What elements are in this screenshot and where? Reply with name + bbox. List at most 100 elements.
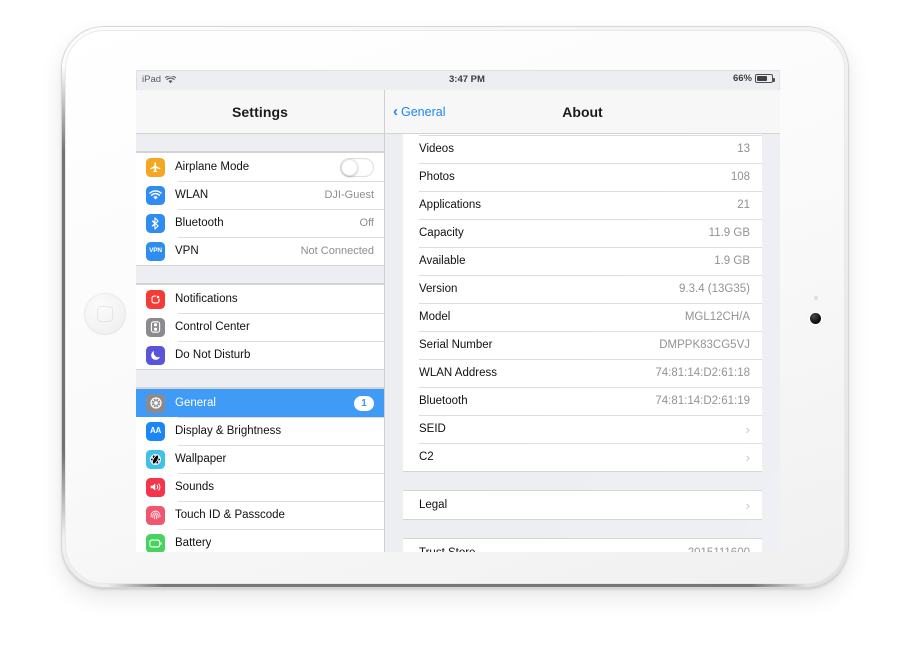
wifi-icon xyxy=(165,75,177,84)
chevron-right-icon: › xyxy=(745,421,750,437)
sounds-icon xyxy=(146,477,165,497)
touch-id-icon xyxy=(146,505,165,525)
detail-page-title: About xyxy=(562,103,603,120)
home-button[interactable] xyxy=(84,293,126,335)
row-label: Applications xyxy=(419,199,482,211)
status-bar-left: iPad xyxy=(142,74,177,85)
sidebar-item-label: Do Not Disturb xyxy=(175,349,251,361)
settings-group-alerts: Notifications Control Center Do Not Dist… xyxy=(136,284,384,370)
table-row[interactable]: Available 1.9 GB xyxy=(403,247,762,275)
row-label: Bluetooth xyxy=(419,395,468,407)
settings-master-pane: Settings Airplane Mode WLAN DJI-Guest Bl… xyxy=(136,90,385,552)
sidebar-item-label: Display & Brightness xyxy=(175,425,282,437)
table-row-seid[interactable]: SEID › xyxy=(403,415,762,443)
table-row[interactable]: Bluetooth 74:81:14:D2:61:19 xyxy=(403,387,762,415)
row-label: Trust Store xyxy=(419,547,475,552)
do-not-disturb-icon xyxy=(146,345,165,365)
battery-percent-label: 66% xyxy=(732,73,752,84)
table-row[interactable]: Videos 13 xyxy=(403,135,762,163)
table-row[interactable]: Serial Number DMPPK83CG5VJ xyxy=(403,331,762,359)
sidebar-item-value: DJI-Guest xyxy=(324,189,374,201)
vpn-icon: VPN xyxy=(146,241,165,261)
settings-group-system: General 1 AA Display & Brightness Wallpa… xyxy=(136,388,384,552)
sidebar-item-notifications[interactable]: Notifications xyxy=(136,285,384,313)
table-row-trust-store[interactable]: Trust Store 2015111600 xyxy=(403,539,762,552)
settings-group-connectivity: Airplane Mode WLAN DJI-Guest Bluetooth O… xyxy=(136,152,384,266)
detail-group-spacer xyxy=(385,472,780,490)
split-view: Settings Airplane Mode WLAN DJI-Guest Bl… xyxy=(136,90,780,552)
sidebar-item-wallpaper[interactable]: Wallpaper xyxy=(136,445,384,473)
table-row[interactable]: Photos 108 xyxy=(403,163,762,191)
sidebar-item-label: Sounds xyxy=(175,481,215,493)
row-value: 108 xyxy=(730,171,750,183)
status-bar-clock: 3:47 PM xyxy=(449,74,485,85)
control-center-icon xyxy=(146,317,165,337)
row-value: 74:81:14:D2:61:18 xyxy=(655,367,750,379)
sidebar-item-label: Bluetooth xyxy=(175,217,224,229)
table-row[interactable]: Capacity 11.9 GB xyxy=(403,219,762,247)
sidebar-item-general[interactable]: General 1 xyxy=(136,389,384,417)
toggle-knob xyxy=(341,158,358,176)
home-button-square-icon xyxy=(97,306,113,322)
about-group-trust-store: Trust Store 2015111600 xyxy=(403,538,762,552)
sidebar-item-wlan[interactable]: WLAN DJI-Guest xyxy=(136,181,384,209)
sidebar-item-do-not-disturb[interactable]: Do Not Disturb xyxy=(136,341,384,369)
row-value: DMPPK83CG5VJ xyxy=(659,339,750,351)
battery-icon xyxy=(755,74,775,83)
sidebar-item-label: WLAN xyxy=(175,189,209,201)
wifi-icon xyxy=(146,185,165,205)
sidebar-item-vpn[interactable]: VPN VPN Not Connected xyxy=(136,237,384,265)
airplane-mode-toggle[interactable] xyxy=(340,157,374,177)
list-group-spacer xyxy=(136,370,384,388)
status-bar-right: 66% xyxy=(732,73,775,84)
settings-nav-bar: Settings xyxy=(136,90,384,134)
row-label: C2 xyxy=(419,451,434,463)
sidebar-item-sounds[interactable]: Sounds xyxy=(136,473,384,501)
row-label: Version xyxy=(419,283,458,295)
sidebar-item-value: Not Connected xyxy=(300,245,374,257)
chevron-right-icon: › xyxy=(745,497,750,513)
sidebar-item-control-center[interactable]: Control Center xyxy=(136,313,384,341)
notifications-icon xyxy=(146,289,165,309)
sidebar-item-airplane-mode[interactable]: Airplane Mode xyxy=(136,153,384,181)
sidebar-item-label: Airplane Mode xyxy=(175,161,250,173)
row-label: Photos xyxy=(419,171,455,183)
table-row[interactable]: Applications 21 xyxy=(403,191,762,219)
bluetooth-icon xyxy=(146,213,165,233)
list-group-spacer xyxy=(136,266,384,284)
table-row[interactable]: Model MGL12CH/A xyxy=(403,303,762,331)
sidebar-item-label: Notifications xyxy=(175,293,238,305)
sidebar-item-display-brightness[interactable]: AA Display & Brightness xyxy=(136,417,384,445)
table-row[interactable]: Version 9.3.4 (13G35) xyxy=(403,275,762,303)
sidebar-item-value: Off xyxy=(359,217,374,229)
page-title: Settings xyxy=(231,103,289,120)
general-badge-count: 1 xyxy=(354,395,374,411)
about-group-info: Videos 13 Photos 108 Applications 21 Cap… xyxy=(403,134,762,472)
detail-group-spacer xyxy=(385,520,780,538)
row-label: Capacity xyxy=(419,227,464,239)
status-bar: iPad 3:47 PM 66% xyxy=(136,70,780,90)
sidebar-item-bluetooth[interactable]: Bluetooth Off xyxy=(136,209,384,237)
row-value: 11.9 GB xyxy=(708,227,750,239)
table-row-c2[interactable]: C2 › xyxy=(403,443,762,471)
table-row[interactable]: WLAN Address 74:81:14:D2:61:18 xyxy=(403,359,762,387)
display-brightness-icon: AA xyxy=(146,421,165,441)
row-value: 74:81:14:D2:61:19 xyxy=(655,395,750,407)
ambient-light-sensor xyxy=(814,296,818,300)
front-camera xyxy=(810,313,821,324)
about-scroll-area[interactable]: Videos 13 Photos 108 Applications 21 Cap… xyxy=(385,134,780,552)
table-row-legal[interactable]: Legal › xyxy=(403,491,762,519)
row-label: SEID xyxy=(419,423,446,435)
row-label: Serial Number xyxy=(419,339,493,351)
airplane-icon xyxy=(146,157,165,177)
carrier-label: iPad xyxy=(142,74,162,85)
row-label: Model xyxy=(419,311,451,323)
sidebar-item-label: VPN xyxy=(175,245,199,257)
sidebar-item-battery[interactable]: Battery xyxy=(136,529,384,552)
tablet-screen: iPad 3:47 PM 66% Settings Airplane Mode … xyxy=(136,70,780,552)
sidebar-item-label: Wallpaper xyxy=(175,453,227,465)
sidebar-item-touch-id-passcode[interactable]: Touch ID & Passcode xyxy=(136,501,384,529)
detail-nav-bar: ‹ General About xyxy=(385,90,780,134)
sidebar-item-label: Battery xyxy=(175,537,212,549)
row-label: Available xyxy=(419,255,466,267)
